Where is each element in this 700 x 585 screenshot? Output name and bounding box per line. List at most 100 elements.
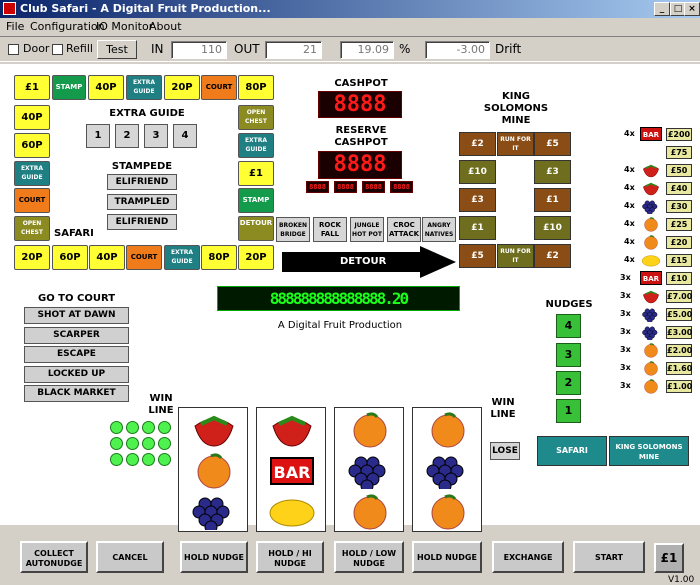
production-label: A Digital Fruit Production [277, 320, 403, 331]
orange-icon [640, 217, 662, 235]
trail-top-0: £1 [14, 75, 50, 100]
win-lamp [126, 437, 139, 450]
paytable-count: 4x [624, 183, 635, 192]
drift-label: Drift [495, 42, 522, 56]
minimize-button[interactable]: _ [654, 2, 670, 16]
start-button[interactable]: START [573, 541, 645, 573]
orange-icon [640, 361, 662, 379]
ksm-right-1: £3 [534, 160, 571, 184]
orange-icon [640, 235, 662, 253]
reserve-cashpot-display: 8888 [318, 151, 402, 179]
court-option-3: LOCKED UP [24, 366, 129, 383]
strawberry-icon [640, 289, 662, 307]
drift-field[interactable]: -3.00 [425, 41, 490, 59]
in-field[interactable]: 110 [171, 41, 227, 59]
trail-right-4: DETOUR [238, 216, 274, 241]
court-option-4: BLACK MARKET [24, 385, 129, 402]
orange-icon [640, 379, 662, 397]
door-label: Door [23, 42, 50, 55]
win-line-label-right: WIN LINE [490, 397, 516, 420]
grapes-icon [640, 325, 662, 343]
strawberry-icon [640, 163, 662, 181]
menu-io-monitor[interactable]: IO Monitor [96, 20, 153, 33]
trail-right-3: STAMP [238, 188, 274, 213]
ksm-run-for-it-top: RUN FOR IT [497, 132, 534, 156]
win-lamp [142, 421, 155, 434]
paytable-count: 4x [624, 165, 635, 174]
mini-display-2: 8888 [362, 181, 385, 193]
out-field[interactable]: 21 [265, 41, 322, 59]
ksm-left-0: £2 [459, 132, 496, 156]
in-label: IN [151, 42, 164, 56]
reel-1 [178, 407, 248, 534]
ksm-left-4: £5 [459, 244, 496, 268]
title-bar: Club Safari - A Digital Fruit Production… [0, 0, 700, 18]
stampede-item-1: TRAMPLED [107, 194, 177, 210]
orange-icon [187, 453, 241, 489]
collect-autonudge-button[interactable]: COLLECT AUTONUDGE [20, 541, 88, 573]
version-label: V1.00 [668, 575, 695, 585]
trail-right-2: £1 [238, 161, 274, 186]
paytable-value: £40 [666, 182, 692, 195]
trail-bottom-2: 40P [89, 245, 125, 270]
grapes-icon [421, 453, 475, 493]
paytable-count: 3x [620, 345, 631, 354]
trail-bottom-4: EXTRA GUIDE [164, 245, 200, 270]
paytable-count: 3x [620, 363, 631, 372]
orange-icon [343, 412, 397, 448]
hold-low-nudge-button[interactable]: HOLD / LOW NUDGE [334, 541, 404, 573]
trail-bottom-0: 20P [14, 245, 50, 270]
refill-checkbox[interactable] [52, 44, 63, 55]
ksm-left-1: £10 [459, 160, 496, 184]
close-button[interactable]: × [684, 2, 700, 16]
paytable-value: £200 [666, 128, 692, 141]
test-button[interactable]: Test [97, 40, 137, 59]
paytable-count: 4x [624, 219, 635, 228]
cashpot-display: 8888 [318, 91, 402, 118]
win-lamp [158, 437, 171, 450]
toolbar: Door Refill Test IN 110 OUT 21 19.09 % -… [0, 36, 700, 62]
menu-file[interactable]: File [6, 20, 24, 33]
mini-display-3: 8888 [390, 181, 413, 193]
hold-nudge-button[interactable]: HOLD NUDGE [412, 541, 482, 573]
svg-text:BAR: BAR [643, 131, 660, 139]
stampede-item-2: ELIFRIEND [107, 214, 177, 230]
win-lamp [142, 437, 155, 450]
win-lamp [142, 453, 155, 466]
paytable-count: 3x [620, 273, 631, 282]
reel-3 [334, 407, 404, 532]
menu-about[interactable]: About [149, 20, 182, 33]
strawberry-icon [640, 181, 662, 199]
trail-left-3: COURT [14, 188, 50, 213]
win-lamp [126, 421, 139, 434]
out-label: OUT [234, 42, 260, 56]
door-checkbox[interactable] [8, 44, 19, 55]
hold-hi-nudge-button[interactable]: HOLD / HI NUDGE [256, 541, 324, 573]
trail-top-2: 40P [88, 75, 124, 100]
extra-guide-title: EXTRA GUIDE [109, 108, 185, 119]
lose-button[interactable]: LOSE [490, 442, 520, 460]
lemon-icon [640, 253, 662, 271]
exchange-button[interactable]: EXCHANGE [492, 541, 564, 573]
court-option-0: SHOT AT DAWN [24, 307, 129, 324]
strawberry-icon [265, 412, 319, 448]
cancel-button[interactable]: CANCEL [96, 541, 164, 573]
coin-button[interactable]: £1 [654, 543, 684, 573]
nudge-2: 2 [556, 371, 581, 395]
trail-right-1: EXTRA GUIDE [238, 133, 274, 158]
win-lamp [126, 453, 139, 466]
trail-top-4: 20P [164, 75, 200, 100]
trail-left-0: 40P [14, 105, 50, 130]
paytable-count: 4x [624, 201, 635, 210]
grapes-icon [640, 307, 662, 325]
stampede-title: STAMPEDE [111, 161, 173, 172]
orange-icon [421, 412, 475, 448]
percent-field[interactable]: 19.09 [340, 41, 394, 59]
grapes-icon [640, 199, 662, 217]
hazard-1: ROCK FALL [313, 217, 347, 242]
nudge-4: 4 [556, 314, 581, 338]
menu-configuration[interactable]: Configuration [30, 20, 105, 33]
paytable-value: £10 [666, 272, 692, 285]
hold-nudge-button[interactable]: HOLD NUDGE [180, 541, 248, 573]
ksm-right-4: £2 [534, 244, 571, 268]
